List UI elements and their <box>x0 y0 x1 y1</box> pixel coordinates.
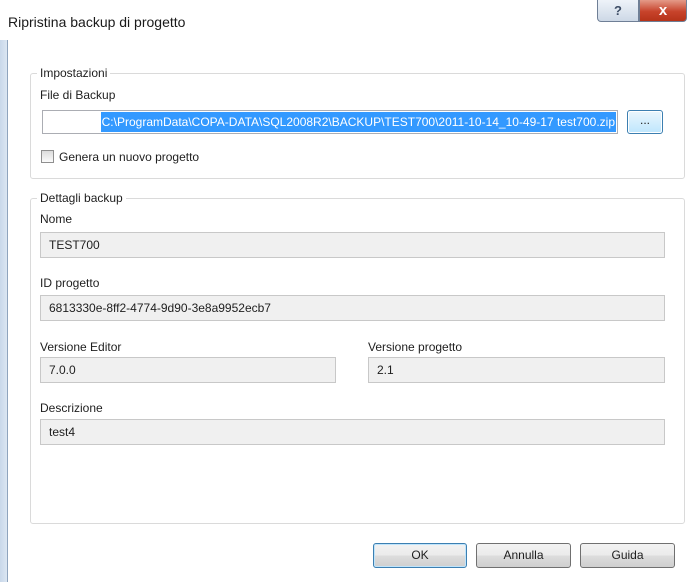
editor-version-field: 7.0.0 <box>40 357 336 383</box>
close-icon: x <box>658 2 668 19</box>
question-mark-icon: ? <box>614 3 622 18</box>
description-field: test4 <box>40 419 665 445</box>
cancel-button[interactable]: Annulla <box>476 543 571 568</box>
window-border <box>0 0 8 582</box>
browse-button[interactable]: ... <box>627 110 663 134</box>
new-project-label[interactable]: Genera un nuovo progetto <box>59 150 199 164</box>
project-id-field: 6813330e-8ff2-4774-9d90-3e8a9952ecb7 <box>40 295 665 321</box>
description-label: Descrizione <box>40 401 103 415</box>
name-field: TEST700 <box>40 232 665 258</box>
help-button[interactable]: Guida <box>580 543 675 568</box>
backup-file-path: C:\ProgramData\COPA-DATA\SQL2008R2\BACKU… <box>100 112 616 132</box>
close-button[interactable]: x <box>639 0 687 22</box>
window-title: Ripristina backup di progetto <box>8 14 186 30</box>
backup-file-input[interactable]: C:\ProgramData\COPA-DATA\SQL2008R2\BACKU… <box>42 110 618 134</box>
editor-version-label: Versione Editor <box>40 340 122 354</box>
help-title-button[interactable]: ? <box>597 0 639 22</box>
new-project-checkbox[interactable] <box>41 150 54 163</box>
ok-button[interactable]: OK <box>373 543 467 568</box>
name-label: Nome <box>40 212 73 226</box>
details-group-title: Dettagli backup <box>37 191 126 205</box>
backup-file-label: File di Backup <box>40 88 116 102</box>
settings-group-title: Impostazioni <box>37 66 111 80</box>
restore-backup-dialog: Ripristina backup di progetto ? x Impost… <box>0 0 691 582</box>
project-version-field: 2.1 <box>368 357 665 383</box>
title-bar[interactable]: Ripristina backup di progetto ? x <box>0 0 691 40</box>
project-version-label: Versione progetto <box>368 340 463 354</box>
project-id-label: ID progetto <box>40 276 100 290</box>
